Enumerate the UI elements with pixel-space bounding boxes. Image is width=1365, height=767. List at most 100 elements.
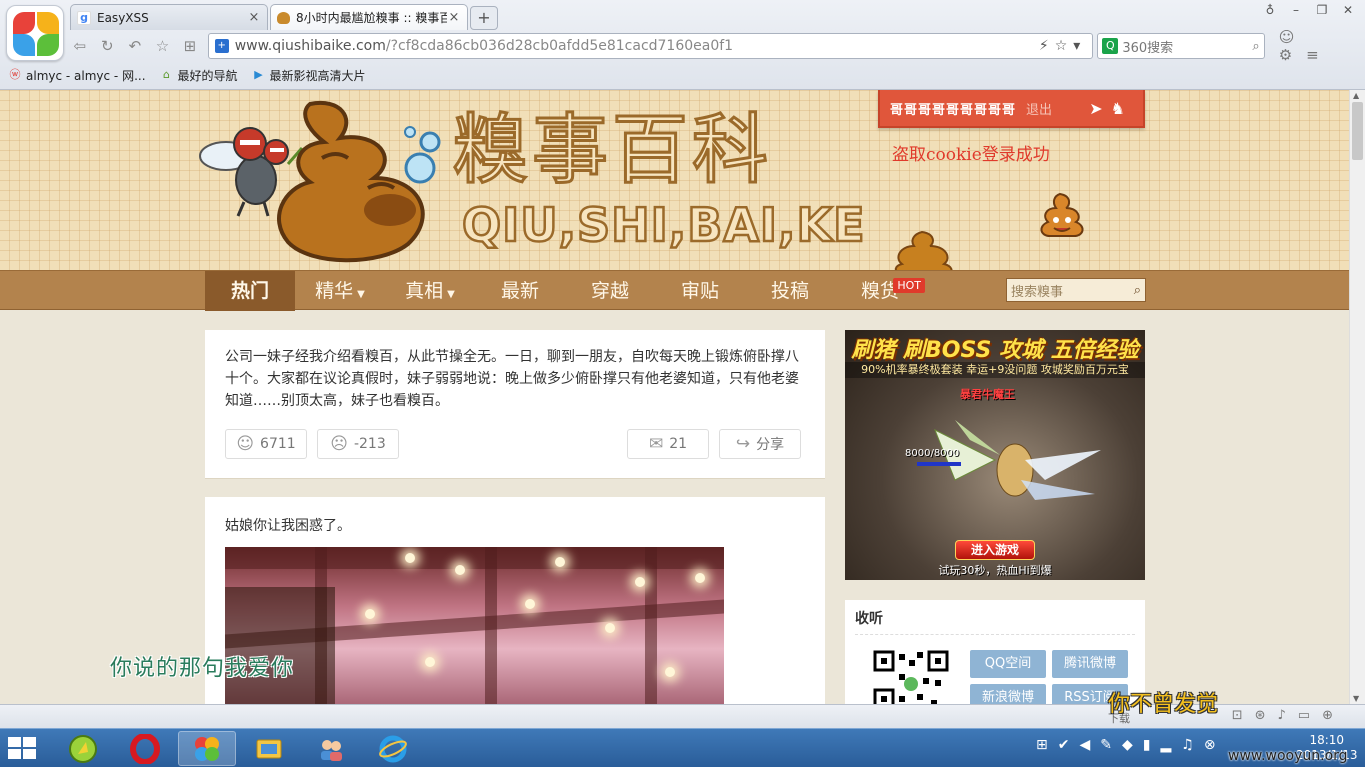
window-controls: ♁ – ❐ ✕ <box>1257 0 1361 20</box>
bookmark-label: almyc - almyc - 网... <box>26 68 146 83</box>
battery-icon[interactable]: ▮ <box>1143 737 1161 753</box>
notification-icon[interactable]: ⊗ <box>1204 737 1226 753</box>
undo-icon[interactable]: ↶ <box>121 34 149 58</box>
scroll-up-icon[interactable]: ▲ <box>1353 91 1359 100</box>
close-tab-icon[interactable]: × <box>247 10 261 25</box>
apps-icon[interactable]: ⊞ <box>176 34 204 58</box>
back-icon[interactable]: ⇦ <box>66 34 94 58</box>
divider <box>855 634 1135 635</box>
refresh-icon[interactable]: ↻ <box>94 34 122 58</box>
profile-icon[interactable]: ♞ <box>1111 99 1133 118</box>
send-icon[interactable]: ➤ <box>1089 99 1110 118</box>
wall-panel <box>225 587 335 704</box>
nav-item-history[interactable]: 穿越 <box>565 271 655 311</box>
address-path: /?cf8cda86cb036d28cb0afdd5e81cacd7160ea0… <box>385 38 734 54</box>
sound-icon[interactable]: ♪ <box>1278 708 1298 723</box>
signal-icon[interactable]: ▂ <box>1160 737 1181 753</box>
site-search-input[interactable]: 搜索糗事 ⌕ <box>1006 278 1146 302</box>
taskbar-app-ie[interactable] <box>364 731 422 766</box>
ceiling-lamp <box>695 573 705 583</box>
taskbar-app-explorer[interactable] <box>240 731 298 766</box>
menu-icon[interactable]: ≡ <box>1306 46 1333 64</box>
security-icon[interactable]: ◆ <box>1122 737 1143 753</box>
nav-item-shop[interactable]: 糗货 HOT <box>835 271 925 311</box>
screen-icon[interactable]: ▭ <box>1298 708 1322 723</box>
comments-button[interactable]: ✉ 21 <box>627 429 709 459</box>
follow-box: 收听 QQ空间 腾讯微博 新浪微博 RSS订阅 <box>845 600 1145 704</box>
lyric-overlay-left: 你说的那句我爱你 <box>110 656 295 681</box>
favorite-star-icon[interactable]: ☆ <box>149 34 177 58</box>
skin-icon[interactable]: ♁ <box>1257 0 1283 20</box>
logout-link[interactable]: 退出 <box>1026 99 1052 118</box>
page-viewport: 糗事百科 QIU,SHI,BAI,KE 哥哥哥哥哥哥哥哥哥 退出 ➤♞ 盗取co… <box>0 90 1349 704</box>
game-ad-banner[interactable]: 刷猪 刷BOSS 攻城 五倍经验 90%机率暴终极套装 幸运+9没问题 攻城奖励… <box>845 330 1145 580</box>
search-engine-icon[interactable]: Q <box>1102 38 1119 54</box>
search-icon[interactable]: ⌕ <box>1134 283 1141 298</box>
bookmark-item[interactable]: ⌂ 最好的导航 <box>160 67 238 84</box>
bookmark-item[interactable]: ⓦ almyc - almyc - 网... <box>8 67 146 84</box>
ceiling-lamp <box>365 609 375 619</box>
user-bar: 哥哥哥哥哥哥哥哥哥 退出 ➤♞ <box>878 90 1145 128</box>
browser-logo-icon[interactable] <box>6 5 64 61</box>
monitor-icon[interactable]: ⊡ <box>1232 708 1255 723</box>
taskbar-app-360browser[interactable] <box>178 731 236 766</box>
comment-icon: ✉ <box>648 434 664 454</box>
lock-icon[interactable]: ⊛ <box>1255 708 1278 723</box>
close-window-icon[interactable]: ✕ <box>1335 0 1361 20</box>
lightning-icon[interactable]: ⚡ <box>1039 38 1055 54</box>
user-icon[interactable]: ☺ <box>1279 28 1309 46</box>
site-logo-english[interactable]: QIU,SHI,BAI,KE <box>461 201 866 250</box>
username-link[interactable]: 哥哥哥哥哥哥哥哥哥 <box>890 99 1016 118</box>
tab-qiushibaike[interactable]: 8小时内最尴尬糗事 :: 糗事百 × <box>270 4 468 30</box>
zoom-icon[interactable]: ⊕ <box>1322 708 1345 723</box>
upvote-button[interactable]: ☺ 6711 <box>225 429 307 459</box>
site-header: 糗事百科 QIU,SHI,BAI,KE 哥哥哥哥哥哥哥哥哥 退出 ➤♞ 盗取co… <box>0 90 1349 272</box>
post-image[interactable] <box>225 547 724 704</box>
dropdown-icon[interactable]: ▾ <box>1073 38 1086 54</box>
taskbar-app-contacts[interactable] <box>302 731 360 766</box>
share-icon: ↪ <box>735 434 751 454</box>
search-icon[interactable]: ⌕ <box>1252 39 1259 54</box>
network-share-icon[interactable]: ⊞ <box>1036 737 1058 753</box>
minimize-icon[interactable]: – <box>1283 0 1309 20</box>
taskbar-app-music[interactable] <box>54 731 112 766</box>
new-tab-button[interactable]: + <box>470 6 498 30</box>
weibo-icon: ⓦ <box>9 68 21 81</box>
tools-icon[interactable]: ⚙ <box>1279 46 1306 64</box>
post-card: 姑娘你让我困惑了。 <box>205 497 825 704</box>
scroll-thumb[interactable] <box>1352 102 1363 160</box>
taskbar-app-opera[interactable] <box>116 731 174 766</box>
lyric-overlay-right: 你不曾发觉 <box>1108 692 1219 717</box>
qzone-button[interactable]: QQ空间 <box>970 650 1046 678</box>
sina-weibo-button[interactable]: 新浪微博 <box>970 684 1046 704</box>
nav-icon: ⌂ <box>163 68 170 81</box>
enter-game-button[interactable]: 进入游戏 <box>955 540 1035 560</box>
nav-item-latest[interactable]: 最新 <box>475 271 565 311</box>
tencent-weibo-button[interactable]: 腾讯微博 <box>1052 650 1128 678</box>
search-box[interactable]: Q 360搜索 ⌕ <box>1097 33 1265 59</box>
windows-start-icon[interactable] <box>8 737 38 761</box>
nav-item-truth[interactable]: 真相 ▼ <box>385 271 475 311</box>
bookmark-item[interactable]: ▶ 最新影视高清大片 <box>252 67 365 84</box>
share-button[interactable]: ↪ 分享 <box>719 429 801 459</box>
nav-label: 最新 <box>500 280 539 302</box>
downvote-button[interactable]: ☹ -213 <box>317 429 399 459</box>
site-logo-chinese[interactable]: 糗事百科 <box>451 110 772 189</box>
shield-icon[interactable]: ✔ <box>1058 737 1080 753</box>
scroll-down-icon[interactable]: ▼ <box>1353 694 1359 703</box>
tab-label: 8小时内最尴尬糗事 :: 糗事百 <box>296 11 447 25</box>
nav-item-essence[interactable]: 精华 ▼ <box>295 271 385 311</box>
address-bar[interactable]: + www.qiushibaike.com /?cf8cda86cb036d28… <box>207 33 1094 59</box>
tab-easyxss[interactable]: g EasyXSS × <box>70 4 268 30</box>
bookmark-star-icon[interactable]: ☆ <box>1055 38 1074 54</box>
nav-item-review[interactable]: 审贴 <box>655 271 745 311</box>
pen-icon[interactable]: ✎ <box>1100 737 1122 753</box>
volume-icon[interactable]: ◀ <box>1079 737 1100 753</box>
restore-icon[interactable]: ❐ <box>1309 0 1335 20</box>
speaker-icon[interactable]: ♫ <box>1181 737 1204 753</box>
page-scrollbar[interactable]: ▲ ▼ <box>1349 90 1365 704</box>
address-actions[interactable]: ⚡☆▾ <box>1039 38 1086 54</box>
nav-item-submit[interactable]: 投稿 <box>745 271 835 311</box>
close-tab-icon[interactable]: × <box>447 10 461 25</box>
nav-item-hot[interactable]: 热门 <box>205 271 295 311</box>
